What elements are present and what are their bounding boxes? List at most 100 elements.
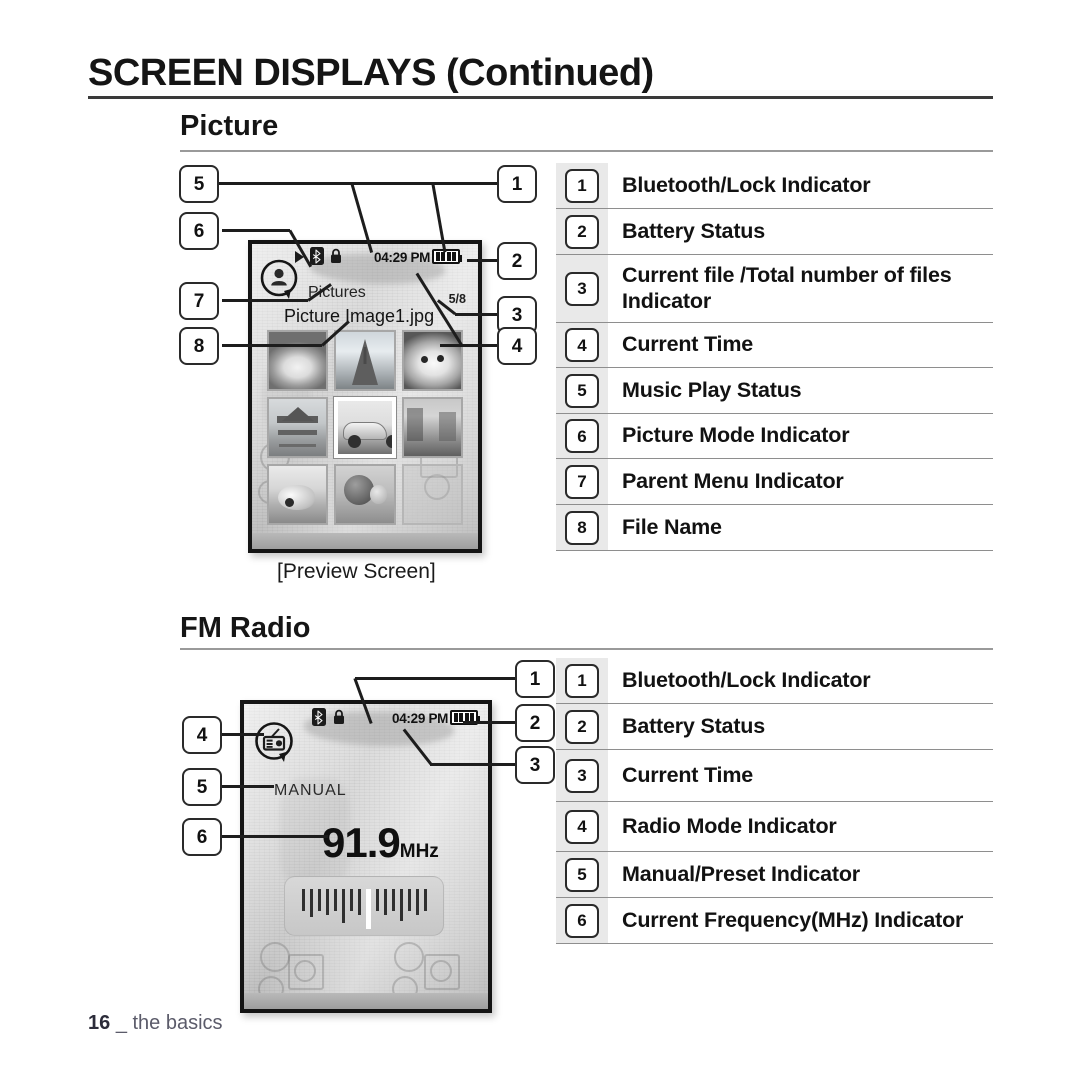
tuner-tick xyxy=(309,889,313,917)
fm-leader-line-2 xyxy=(463,721,515,724)
tuner-tick xyxy=(349,889,353,911)
street-market-thumbnail[interactable] xyxy=(401,397,463,458)
callout-8[interactable]: 8 xyxy=(179,327,219,365)
legend-label-3: Current file /Total number of files Indi… xyxy=(622,263,952,313)
footer-page-number: 16 xyxy=(88,1012,111,1034)
picture-device-screen: 04:29 PM Pictures Picture Image1.jpg 5/8 xyxy=(248,240,482,553)
legend-number-8: 8 xyxy=(556,510,608,545)
fm-callout-1[interactable]: 1 xyxy=(515,660,555,698)
tuner-tick xyxy=(407,889,411,911)
fm-legend-label-6: Current Frequency(MHz) Indicator xyxy=(622,907,964,932)
manual-page: SCREEN DISPLAYS (Continued) Picture 5 6 … xyxy=(0,0,1080,1080)
fm-callout-6[interactable]: 6 xyxy=(182,818,222,856)
tuner-tick xyxy=(375,889,379,911)
legend-row-3: 3 Current file /Total number of files In… xyxy=(556,255,993,323)
screen-bottom-strip xyxy=(252,533,478,549)
callout-2[interactable]: 2 xyxy=(497,242,537,280)
tuner-tick xyxy=(423,889,427,911)
leader-line-1 xyxy=(352,182,507,185)
fm-legend-number-6: 6 xyxy=(556,903,608,938)
callout-4[interactable]: 4 xyxy=(497,327,537,365)
footer-label: _ the basics xyxy=(115,1012,223,1034)
tuner-tick xyxy=(301,889,305,911)
legend-number-5: 5 xyxy=(556,373,608,408)
preview-screen-caption: [Preview Screen] xyxy=(277,560,436,583)
fm-status-time: 04:29 PM xyxy=(392,711,449,726)
legend-number-2: 2 xyxy=(556,214,608,249)
fm-leader-line-3 xyxy=(430,763,515,766)
fm-legend-row-1: 1 Bluetooth/Lock Indicator xyxy=(556,658,993,704)
leader-line-2 xyxy=(467,259,497,262)
fm-watermark-circle-4 xyxy=(394,942,424,972)
dog-white-thumbnail[interactable] xyxy=(267,330,329,391)
callout-7[interactable]: 7 xyxy=(179,282,219,320)
page-title: SCREEN DISPLAYS (Continued) xyxy=(88,52,654,94)
tuner-tick xyxy=(399,889,403,921)
fm-leader-line-4 xyxy=(218,733,264,736)
leader-line-8 xyxy=(222,344,322,347)
callout-6[interactable]: 6 xyxy=(179,212,219,250)
legend-label-1: Bluetooth/Lock Indicator xyxy=(622,172,871,197)
tuner-scale[interactable] xyxy=(284,876,444,936)
empty-slot xyxy=(401,464,463,525)
fm-legend-label-5: Manual/Preset Indicator xyxy=(622,861,860,886)
fm-legend-number-2: 2 xyxy=(556,709,608,744)
legend-number-6: 6 xyxy=(556,419,608,453)
legend-row-2: 2 Battery Status xyxy=(556,209,993,255)
lock-icon xyxy=(334,709,344,724)
fm-legend-row-6: 6 Current Frequency(MHz) Indicator xyxy=(556,898,993,944)
fm-watermark-circle-5 xyxy=(430,960,452,982)
tuner-tick xyxy=(341,889,345,923)
tuner-tick xyxy=(317,889,321,911)
tuner-tick xyxy=(391,889,395,911)
legend-number-3: 3 xyxy=(556,271,608,306)
fm-callout-5[interactable]: 5 xyxy=(182,768,222,806)
fm-callout-4[interactable]: 4 xyxy=(182,716,222,754)
legend-number-4: 4 xyxy=(556,328,608,362)
fm-legend-row-2: 2 Battery Status xyxy=(556,704,993,750)
leader-line-3 xyxy=(455,313,497,316)
legend-label-4: Current Time xyxy=(622,332,754,357)
eiffel-tower-thumbnail[interactable] xyxy=(334,330,396,391)
tuner-tick xyxy=(325,889,329,915)
tuner-current-indicator xyxy=(365,889,371,929)
frequency-display: 91.9MHz xyxy=(322,819,439,867)
fm-watermark-circle xyxy=(260,942,290,972)
fm-legend-number-3: 3 xyxy=(556,758,608,793)
fm-callout-3[interactable]: 3 xyxy=(515,746,555,784)
legend-label-5: Music Play Status xyxy=(622,377,802,402)
tuner-tick xyxy=(415,889,419,915)
legend-row-6: 6 Picture Mode Indicator xyxy=(556,414,993,459)
picture-mode-icon xyxy=(260,259,298,299)
section-divider-picture xyxy=(180,150,993,152)
file-name-label: Picture Image1.jpg xyxy=(284,306,435,326)
radio-mode-icon xyxy=(255,722,293,762)
legend-row-1: 1 Bluetooth/Lock Indicator xyxy=(556,163,993,209)
lock-icon xyxy=(331,248,341,263)
seal-thumbnail[interactable] xyxy=(267,464,329,525)
tuner-tick xyxy=(333,889,337,911)
fm-watermark-circle-2 xyxy=(294,960,316,982)
pagoda-thumbnail[interactable] xyxy=(267,397,329,458)
balloons-thumbnail[interactable] xyxy=(334,464,396,525)
tuner-tick xyxy=(357,889,361,915)
legend-row-7: 7 Parent Menu Indicator xyxy=(556,459,993,505)
fmradio-device-screen: 04:29 PM MANUAL 91.9MHz xyxy=(240,700,492,1013)
thumbnail-grid xyxy=(267,330,463,525)
vintage-car-thumbnail[interactable] xyxy=(334,397,396,458)
picture-legend-table: 1 Bluetooth/Lock Indicator 2 Battery Sta… xyxy=(556,163,993,551)
fm-legend-label-3: Current Time xyxy=(622,762,754,787)
legend-label-2: Battery Status xyxy=(622,218,765,243)
legend-label-7: Parent Menu Indicator xyxy=(622,468,844,493)
fm-legend-row-4: 4 Radio Mode Indicator xyxy=(556,802,993,852)
fm-legend-label-1: Bluetooth/Lock Indicator xyxy=(622,667,871,692)
legend-row-4: 4 Current Time xyxy=(556,323,993,368)
fm-legend-number-1: 1 xyxy=(556,663,608,698)
fm-screen-bottom-strip xyxy=(244,993,488,1009)
leader-line-4 xyxy=(440,344,497,347)
section-heading-picture: Picture xyxy=(180,110,279,142)
golden-retriever-thumbnail[interactable] xyxy=(401,330,463,391)
callout-5[interactable]: 5 xyxy=(179,165,219,203)
fm-callout-2[interactable]: 2 xyxy=(515,704,555,742)
callout-1[interactable]: 1 xyxy=(497,165,537,203)
